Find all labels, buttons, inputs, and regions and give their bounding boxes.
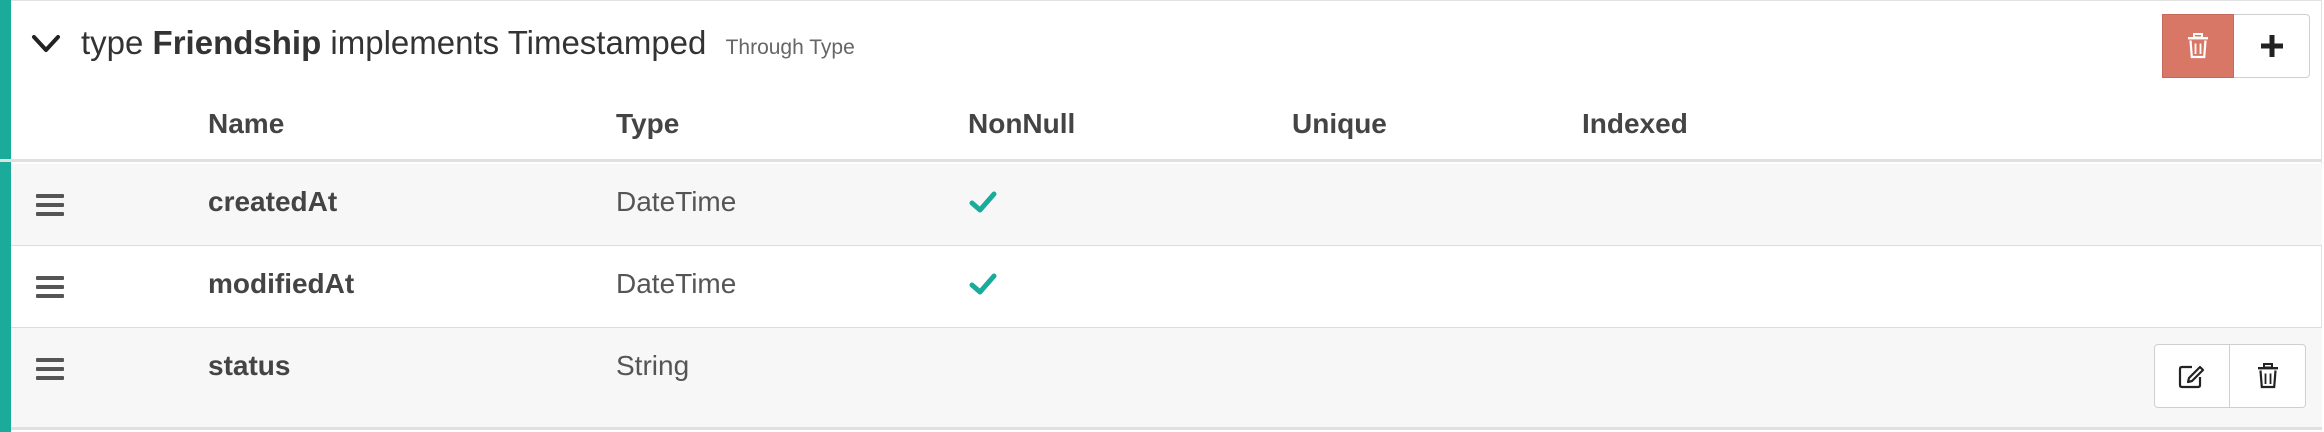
header-actions	[2162, 14, 2310, 78]
column-indexed: Indexed	[1582, 108, 1688, 139]
trash-icon	[2188, 33, 2208, 59]
type-subtitle: Through Type	[725, 36, 855, 59]
field-row[interactable]: createdAt DateTime	[11, 164, 2322, 246]
check-icon	[969, 273, 997, 295]
column-nonnull: NonNull	[968, 108, 1076, 139]
column-unique: Unique	[1292, 108, 1387, 139]
trash-icon	[2257, 363, 2278, 389]
field-type: DateTime	[616, 186, 737, 217]
type-title: type Friendship implements Timestamped T…	[81, 22, 855, 69]
delete-field-button[interactable]	[2230, 344, 2306, 408]
type-name: Friendship	[152, 24, 322, 61]
implements-text: implements Timestamped	[330, 24, 707, 61]
accent-bar	[0, 0, 11, 432]
type-keyword: type	[81, 24, 144, 61]
add-field-button[interactable]	[2234, 14, 2310, 78]
field-actions	[2154, 344, 2306, 408]
type-header: type Friendship implements Timestamped T…	[11, 0, 2324, 90]
chevron-down-icon[interactable]	[29, 26, 63, 60]
edit-field-button[interactable]	[2154, 344, 2230, 408]
hamburger-icon[interactable]	[36, 358, 64, 380]
field-name: modifiedAt	[208, 268, 355, 299]
check-icon	[969, 191, 997, 213]
field-type: DateTime	[616, 268, 737, 299]
field-row[interactable]: modifiedAt DateTime	[11, 246, 2322, 328]
column-name: Name	[208, 108, 285, 139]
field-name: createdAt	[208, 186, 338, 217]
hamburger-icon[interactable]	[36, 276, 64, 298]
field-type: String	[616, 350, 690, 381]
edit-icon	[2178, 365, 2205, 389]
delete-type-button[interactable]	[2162, 14, 2234, 78]
column-type: Type	[616, 108, 680, 139]
hamburger-icon[interactable]	[36, 194, 64, 216]
panel-bottom-border	[11, 427, 2322, 430]
plus-icon	[2260, 35, 2283, 57]
column-headers: Name Type NonNull Unique Indexed	[0, 100, 2322, 162]
field-name: status	[208, 350, 291, 381]
field-row[interactable]: status String	[11, 328, 2322, 427]
